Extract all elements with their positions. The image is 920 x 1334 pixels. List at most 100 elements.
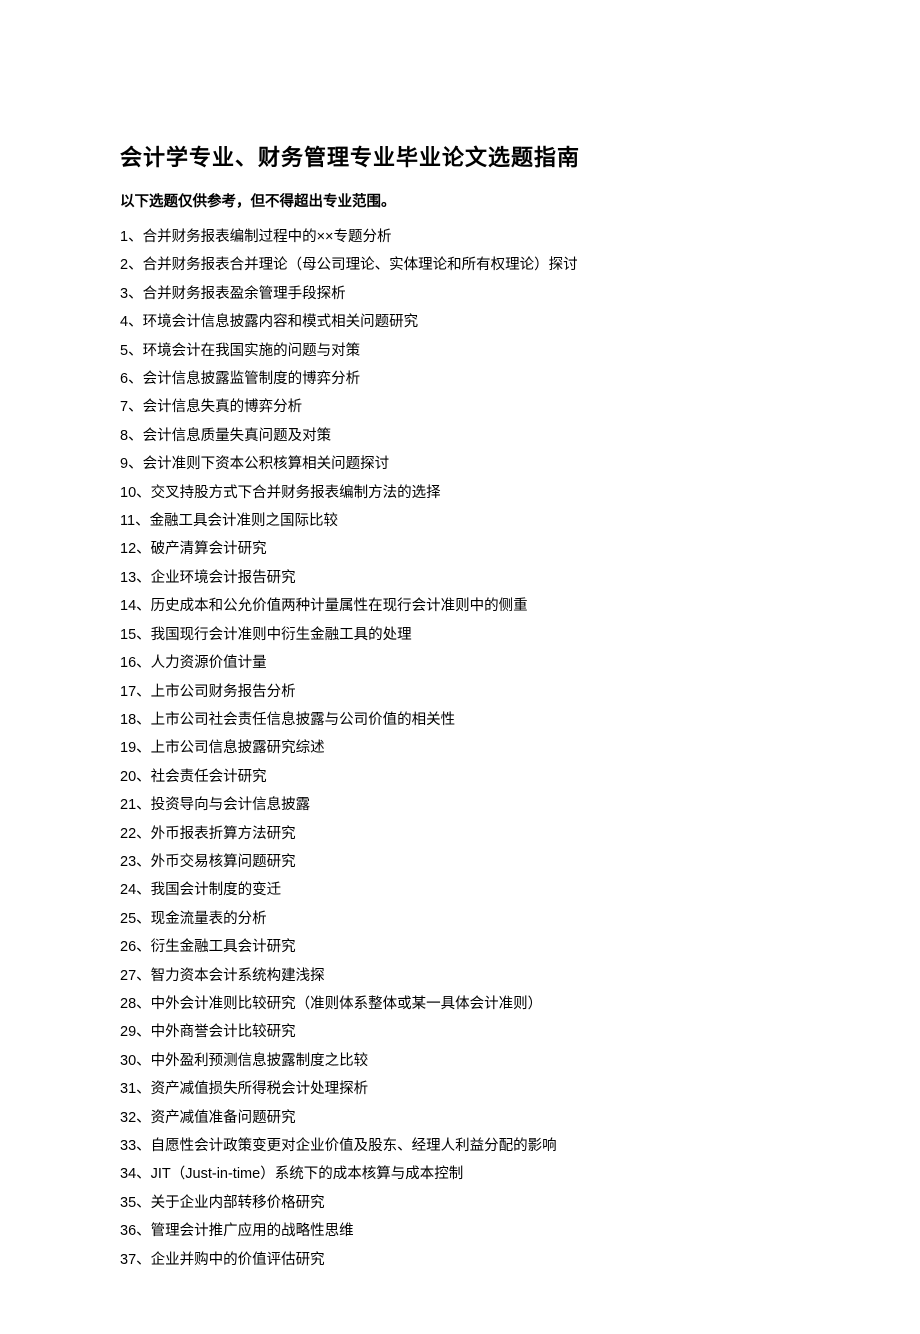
item-text: 合并财务报表盈余管理手段探析 (143, 286, 346, 302)
page-title: 会计学专业、财务管理专业毕业论文选题指南 (120, 140, 800, 172)
item-number: 30 (120, 1053, 136, 1069)
item-separator: 、 (136, 1252, 151, 1268)
item-separator: 、 (136, 1110, 151, 1126)
item-number: 20 (120, 769, 136, 785)
item-text: 现金流量表的分析 (151, 911, 267, 927)
list-item: 14、历史成本和公允价值两种计量属性在现行会计准则中的侧重 (120, 592, 800, 620)
item-number: 32 (120, 1110, 136, 1126)
item-separator: 、 (136, 1195, 151, 1211)
item-separator: 、 (136, 570, 151, 586)
item-text: 金融工具会计准则之国际比较 (150, 513, 339, 529)
item-text: 会计信息披露监管制度的博弈分析 (143, 371, 361, 387)
item-separator: 、 (128, 399, 143, 415)
item-text: 企业环境会计报告研究 (151, 570, 296, 586)
item-separator: 、 (136, 655, 151, 671)
topic-list: 1、合并财务报表编制过程中的××专题分析2、合并财务报表合并理论（母公司理论、实… (120, 223, 800, 1274)
item-number: 8 (120, 428, 128, 444)
item-number: 21 (120, 797, 136, 813)
item-number: 25 (120, 911, 136, 927)
list-item: 8、会计信息质量失真问题及对策 (120, 422, 800, 450)
item-separator: 、 (128, 343, 143, 359)
item-text: 投资导向与会计信息披露 (151, 797, 311, 813)
item-text: 上市公司信息披露研究综述 (151, 740, 325, 756)
list-item: 16、人力资源价值计量 (120, 649, 800, 677)
item-text: 上市公司财务报告分析 (151, 684, 296, 700)
list-item: 33、自愿性会计政策变更对企业价值及股东、经理人利益分配的影响 (120, 1132, 800, 1160)
list-item: 22、外币报表折算方法研究 (120, 820, 800, 848)
list-item: 26、衍生金融工具会计研究 (120, 933, 800, 961)
item-text: 合并财务报表合并理论（母公司理论、实体理论和所有权理论）探讨 (143, 257, 578, 273)
item-number: 33 (120, 1138, 136, 1154)
item-number: 19 (120, 740, 136, 756)
item-separator: 、 (136, 1223, 151, 1239)
item-text: 社会责任会计研究 (151, 769, 267, 785)
item-separator: 、 (136, 712, 151, 728)
item-separator: 、 (136, 1024, 151, 1040)
item-text: 人力资源价值计量 (151, 655, 267, 671)
item-number: 23 (120, 854, 136, 870)
item-number: 28 (120, 996, 136, 1012)
list-item: 2、合并财务报表合并理论（母公司理论、实体理论和所有权理论）探讨 (120, 251, 800, 279)
item-separator: 、 (136, 1166, 151, 1182)
item-number: 15 (120, 627, 136, 643)
item-number: 6 (120, 371, 128, 387)
item-separator: 、 (136, 826, 151, 842)
item-text: 外币交易核算问题研究 (151, 854, 296, 870)
list-item: 25、现金流量表的分析 (120, 905, 800, 933)
item-separator: 、 (136, 968, 151, 984)
item-number: 35 (120, 1195, 136, 1211)
item-number: 17 (120, 684, 136, 700)
item-number: 24 (120, 882, 136, 898)
list-item: 20、社会责任会计研究 (120, 763, 800, 791)
item-text: 环境会计信息披露内容和模式相关问题研究 (143, 314, 419, 330)
list-item: 11、金融工具会计准则之国际比较 (120, 507, 800, 535)
list-item: 24、我国会计制度的变迁 (120, 876, 800, 904)
list-item: 28、中外会计准则比较研究（准则体系整体或某一具体会计准则） (120, 990, 800, 1018)
list-item: 32、资产减值准备问题研究 (120, 1104, 800, 1132)
item-text: 历史成本和公允价值两种计量属性在现行会计准则中的侧重 (151, 598, 528, 614)
list-item: 6、会计信息披露监管制度的博弈分析 (120, 365, 800, 393)
item-text: 中外盈利预测信息披露制度之比较 (151, 1053, 369, 1069)
item-text: 自愿性会计政策变更对企业价值及股东、经理人利益分配的影响 (151, 1138, 557, 1154)
list-item: 29、中外商誉会计比较研究 (120, 1018, 800, 1046)
list-item: 30、中外盈利预测信息披露制度之比较 (120, 1047, 800, 1075)
list-item: 12、破产清算会计研究 (120, 535, 800, 563)
list-item: 35、关于企业内部转移价格研究 (120, 1189, 800, 1217)
item-number: 1 (120, 229, 128, 245)
item-number: 14 (120, 598, 136, 614)
item-text: 中外会计准则比较研究（准则体系整体或某一具体会计准则） (151, 996, 543, 1012)
item-separator: 、 (128, 257, 143, 273)
subtitle: 以下选题仅供参考，但不得超出专业范围。 (120, 190, 800, 211)
list-item: 5、环境会计在我国实施的问题与对策 (120, 337, 800, 365)
item-number: 37 (120, 1252, 136, 1268)
list-item: 21、投资导向与会计信息披露 (120, 791, 800, 819)
item-number: 5 (120, 343, 128, 359)
item-text: 管理会计推广应用的战略性思维 (151, 1223, 354, 1239)
item-separator: 、 (136, 740, 151, 756)
item-separator: 、 (136, 627, 151, 643)
item-separator: 、 (128, 456, 143, 472)
list-item: 19、上市公司信息披露研究综述 (120, 734, 800, 762)
item-separator: 、 (128, 286, 143, 302)
list-item: 3、合并财务报表盈余管理手段探析 (120, 280, 800, 308)
item-separator: 、 (136, 541, 151, 557)
item-number: 27 (120, 968, 136, 984)
item-separator: 、 (136, 911, 151, 927)
item-text: 资产减值损失所得税会计处理探析 (151, 1081, 369, 1097)
item-separator: 、 (128, 371, 143, 387)
item-text: 关于企业内部转移价格研究 (151, 1195, 325, 1211)
list-item: 17、上市公司财务报告分析 (120, 678, 800, 706)
list-item: 37、企业并购中的价值评估研究 (120, 1246, 800, 1274)
item-separator: 、 (136, 598, 151, 614)
list-item: 27、智力资本会计系统构建浅探 (120, 962, 800, 990)
item-number: 9 (120, 456, 128, 472)
item-text: 合并财务报表编制过程中的××专题分析 (143, 229, 392, 245)
item-separator: 、 (135, 513, 150, 529)
item-text: 外币报表折算方法研究 (151, 826, 296, 842)
item-number: 16 (120, 655, 136, 671)
item-text: 企业并购中的价值评估研究 (151, 1252, 325, 1268)
item-separator: 、 (136, 485, 151, 501)
item-number: 3 (120, 286, 128, 302)
list-item: 13、企业环境会计报告研究 (120, 564, 800, 592)
item-text: 上市公司社会责任信息披露与公司价值的相关性 (151, 712, 456, 728)
